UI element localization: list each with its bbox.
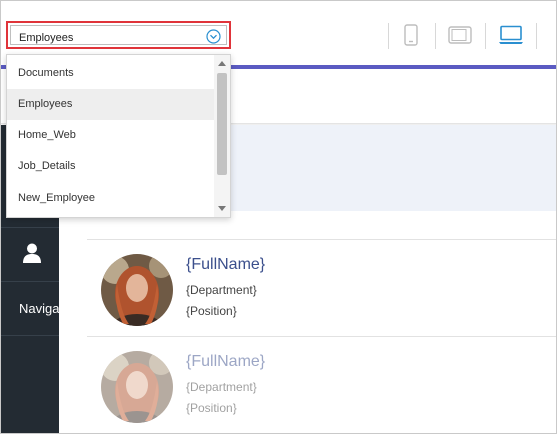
tablet-icon bbox=[448, 26, 472, 44]
tablet-view-button[interactable] bbox=[447, 21, 473, 49]
dropdown-option[interactable]: Job_Details bbox=[7, 151, 214, 182]
toolbar-separator bbox=[485, 23, 486, 49]
view-select-value: Employees bbox=[19, 32, 74, 44]
scrollbar-thumb[interactable] bbox=[217, 73, 227, 175]
phone-view-button[interactable] bbox=[401, 21, 421, 49]
laptop-view-button[interactable] bbox=[497, 21, 525, 49]
sidebar-divider bbox=[1, 281, 59, 282]
dropdown-option[interactable]: Home_Web bbox=[7, 120, 214, 151]
employee-position: {Position} bbox=[186, 401, 237, 415]
list-divider bbox=[87, 239, 556, 240]
employee-fullname: {FullName} bbox=[186, 256, 266, 273]
sidebar-nav-label[interactable]: Naviga bbox=[19, 301, 59, 316]
employee-fullname: {FullName} bbox=[186, 353, 266, 370]
toolbar-separator bbox=[435, 23, 436, 49]
app-frame: Naviga {FullName} {Department} {Position… bbox=[0, 0, 557, 434]
scroll-down-icon[interactable] bbox=[218, 206, 226, 211]
scroll-up-icon[interactable] bbox=[218, 61, 226, 66]
employee-card[interactable]: {FullName} {Department} {Position} bbox=[101, 351, 521, 431]
toolbar-separator bbox=[388, 23, 389, 49]
laptop-icon bbox=[499, 25, 523, 44]
employee-card[interactable]: {FullName} {Department} {Position} bbox=[101, 254, 521, 334]
dropdown-scrollbar[interactable] bbox=[214, 55, 230, 217]
dropdown-option[interactable]: Employees bbox=[7, 89, 214, 120]
employee-department: {Department} bbox=[186, 380, 257, 394]
view-select-field[interactable]: Employees bbox=[10, 25, 227, 45]
employee-department: {Department} bbox=[186, 283, 257, 297]
chevron-down-icon[interactable] bbox=[206, 29, 221, 44]
view-select-dropdown: Documents Employees Home_Web Job_Details… bbox=[6, 54, 231, 218]
view-select[interactable]: Employees bbox=[6, 21, 231, 49]
avatar bbox=[101, 254, 173, 326]
phone-icon bbox=[404, 24, 418, 46]
dropdown-option[interactable]: Documents bbox=[7, 58, 214, 89]
dropdown-option[interactable]: New_Employee bbox=[7, 183, 214, 214]
user-icon bbox=[23, 243, 41, 263]
avatar bbox=[101, 351, 173, 423]
sidebar-divider bbox=[1, 227, 59, 228]
sidebar-divider bbox=[1, 335, 59, 336]
toolbar-separator bbox=[536, 23, 537, 49]
list-divider bbox=[87, 336, 556, 337]
employee-position: {Position} bbox=[186, 304, 237, 318]
